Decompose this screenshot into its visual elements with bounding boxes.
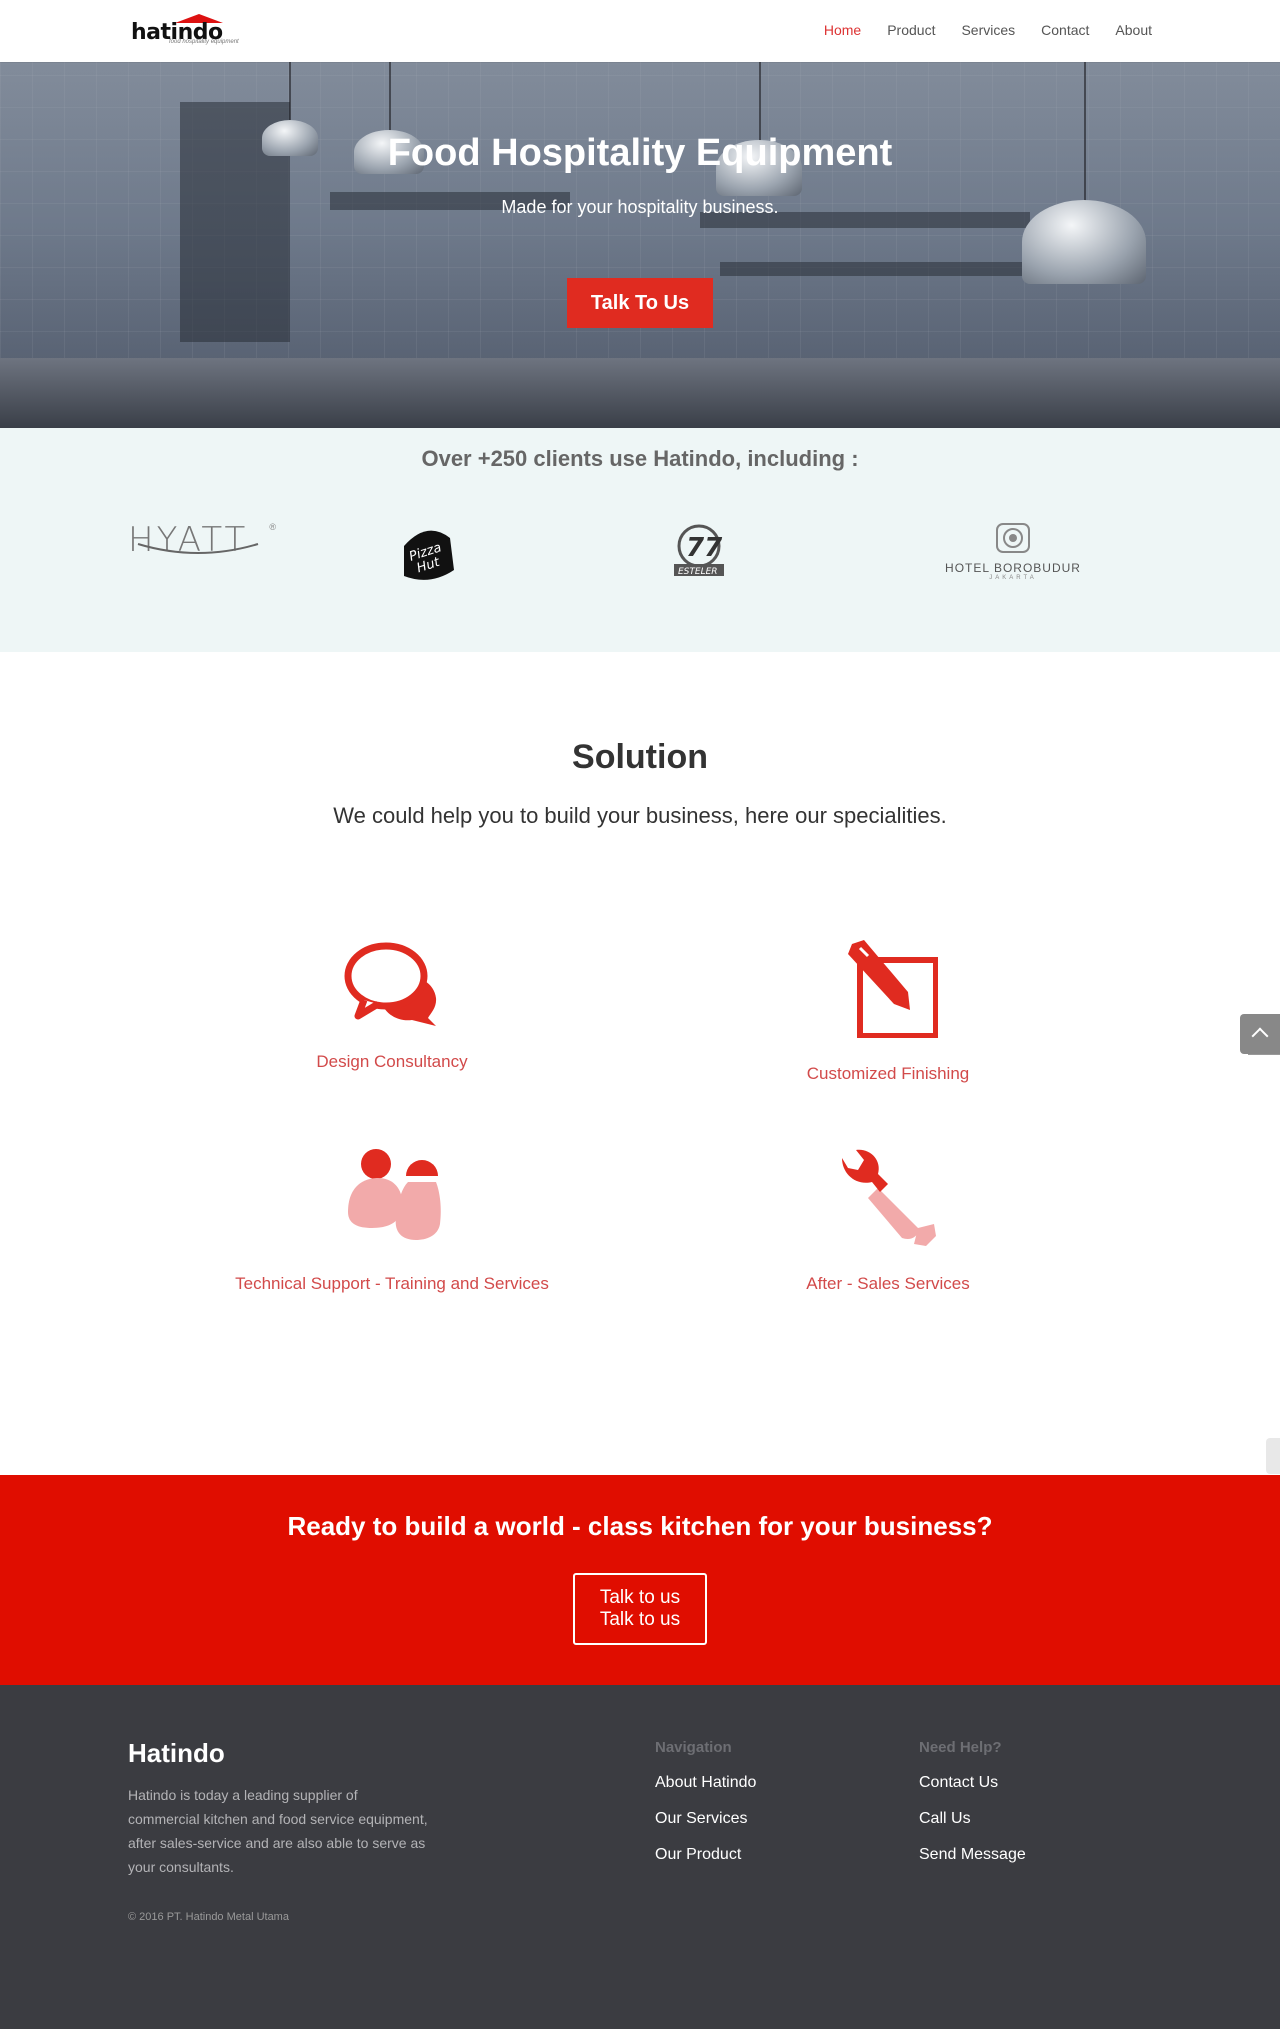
footer-column-heading: Need Help?: [919, 1739, 1002, 1756]
borobudur-label: HOTEL BOROBUDUR: [945, 561, 1081, 575]
esteler-77-icon: 77 ESTELER: [674, 524, 724, 577]
hero-shelf: [720, 262, 1030, 276]
footer-column-heading: Navigation: [655, 1739, 732, 1756]
people-icon: [348, 1149, 441, 1240]
feature-label: After - Sales Services: [806, 1274, 970, 1293]
hero-lamp-cord: [389, 62, 391, 132]
esteler-77-logo: 77 ESTELER: [668, 522, 730, 584]
nav-about[interactable]: About: [1115, 22, 1152, 38]
main-nav: Home Product Services Contact About: [824, 22, 1152, 38]
hyatt-logo: HYATT ®: [128, 520, 276, 560]
talk-to-us-button[interactable]: Talk To Us: [567, 278, 713, 328]
footer-description: Hatindo is today a leading supplier of c…: [128, 1787, 428, 1875]
footer-link-about[interactable]: About Hatindo: [655, 1774, 756, 1792]
cta-button-label: Talk to us: [599, 1587, 681, 1608]
svg-text:ESTELER: ESTELER: [678, 567, 718, 577]
chevron-up-icon: [1251, 1027, 1269, 1045]
feature-label: Technical Support - Training and Service…: [235, 1274, 549, 1293]
back-to-top-button[interactable]: [1240, 1014, 1280, 1054]
feature-label: Customized Finishing: [806, 1064, 970, 1083]
wrench-icon: [842, 1149, 936, 1246]
feature-technical-support[interactable]: Technical Support - Training and Service…: [182, 1148, 602, 1294]
edit-pencil-icon: [848, 940, 938, 1038]
hero-lamp-cord: [759, 62, 761, 142]
hero-title: Food Hospitality Equipment: [387, 132, 893, 174]
footer-link-product[interactable]: Our Product: [655, 1846, 756, 1864]
nav-product[interactable]: Product: [887, 22, 935, 38]
talk-to-us-cta-button[interactable]: Talk to us Talk to us: [573, 1573, 707, 1645]
nav-services[interactable]: Services: [961, 22, 1015, 38]
clients-title: Over +250 clients use Hatindo, including…: [421, 446, 859, 471]
cta-title: Ready to build a world - class kitchen f…: [287, 1511, 993, 1541]
feature-label: Design Consultancy: [316, 1052, 468, 1071]
clients-section: Over +250 clients use Hatindo, including…: [0, 428, 1280, 1055]
solution-title: Solution: [572, 738, 708, 776]
hotel-borobudur-logo: HOTEL BOROBUDUR JAKARTA: [940, 522, 1086, 584]
borobudur-city: JAKARTA: [989, 575, 1037, 581]
footer-link-call[interactable]: Call Us: [919, 1810, 1026, 1828]
chat-bubbles-icon: [344, 942, 437, 1026]
feature-design-consultancy[interactable]: Design Consultancy: [182, 942, 602, 1072]
hatindo-logo[interactable]: hatindo food hospitality equipment: [129, 14, 244, 48]
footer-link-contact[interactable]: Contact Us: [919, 1774, 1026, 1792]
nav-home[interactable]: Home: [824, 22, 861, 38]
pizza-hut-icon: Pizza Hut: [404, 530, 454, 580]
hero-subtitle: Made for your hospitality business.: [501, 197, 779, 217]
solution-subtitle: We could help you to build your business…: [333, 803, 947, 828]
pizza-hut-logo: Pizza Hut: [396, 520, 458, 584]
hero-lamp-cord: [289, 62, 291, 122]
hero-counter: [0, 358, 1280, 428]
cta-section: Ready to build a world - class kitchen f…: [0, 1475, 1280, 1685]
registered-mark: ®: [269, 522, 276, 532]
hyatt-swoosh-icon: [137, 543, 259, 554]
feature-customized-finishing[interactable]: Customized Finishing: [678, 940, 1098, 1084]
site-header: hatindo food hospitality equipment Home …: [0, 0, 1280, 62]
borobudur-emblem-icon: [996, 523, 1030, 553]
logo-tagline: food hospitality equipment: [169, 39, 239, 45]
hero-banner: Food Hospitality Equipment Made for your…: [0, 62, 1280, 428]
feature-after-sales[interactable]: After - Sales Services: [678, 1148, 1098, 1294]
footer-link-services[interactable]: Our Services: [655, 1810, 756, 1828]
footer-link-message[interactable]: Send Message: [919, 1846, 1026, 1864]
site-footer: Hatindo Hatindo is today a leading suppl…: [0, 1685, 1280, 2029]
footer-help-column: Need Help? Contact Us Call Us Send Messa…: [919, 1739, 1026, 1882]
svg-text:77: 77: [686, 533, 723, 563]
cta-button-label: Talk to us: [599, 1609, 681, 1630]
footer-brand: Hatindo: [128, 1738, 225, 1768]
side-tab[interactable]: [1266, 1438, 1280, 1474]
footer-nav-column: Navigation About Hatindo Our Services Ou…: [655, 1739, 756, 1882]
footer-copyright: © 2016 PT. Hatindo Metal Utama: [128, 1911, 289, 1923]
nav-contact[interactable]: Contact: [1041, 22, 1089, 38]
